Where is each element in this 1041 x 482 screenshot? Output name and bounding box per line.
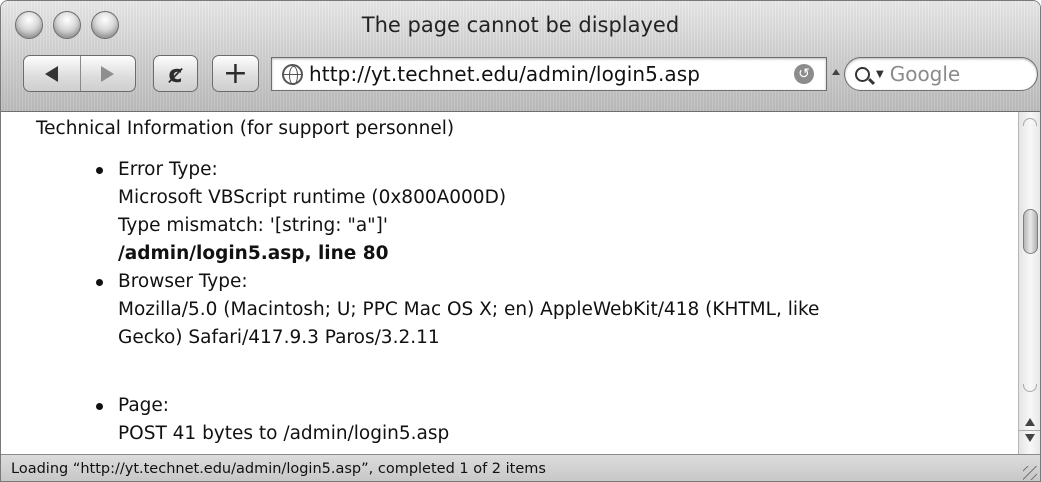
scroll-arrow-divider xyxy=(1019,430,1040,431)
window-title: The page cannot be displayed xyxy=(361,13,680,37)
bullet-icon xyxy=(96,167,103,174)
page-content: Technical Information (for support perso… xyxy=(1,112,1018,454)
back-forward-buttons xyxy=(23,55,136,92)
search-icon[interactable] xyxy=(855,66,870,82)
status-text: Loading “http://yt.technet.edu/admin/log… xyxy=(11,461,546,477)
scroll-up-icon[interactable] xyxy=(1025,418,1035,426)
forward-button[interactable] xyxy=(79,56,136,91)
back-arrow-icon xyxy=(45,65,59,82)
scroll-thumb[interactable] xyxy=(1023,209,1038,254)
list-item-error-type: Error Type: Microsoft VBScript runtime (… xyxy=(96,156,507,268)
browser-toolbar: The page cannot be displayed ȼ + http://… xyxy=(1,1,1040,112)
scroll-down-icon[interactable] xyxy=(1025,434,1035,442)
forward-arrow-icon xyxy=(101,65,115,82)
resize-grip-icon[interactable] xyxy=(1023,466,1037,480)
reload-button[interactable]: ȼ xyxy=(153,55,198,92)
item-label: Browser Type: xyxy=(118,271,248,292)
item-line: Mozilla/5.0 (Macintosh; U; PPC Mac OS X;… xyxy=(118,299,820,320)
browser-window: The page cannot be displayed ȼ + http://… xyxy=(0,0,1041,482)
item-label: Error Type: xyxy=(118,159,218,180)
list-item-browser-type: Browser Type: Mozilla/5.0 (Macintosh; U;… xyxy=(96,268,820,352)
snapback-icon[interactable]: ↺ xyxy=(794,64,814,84)
item-line: Microsoft VBScript runtime (0x800A000D) xyxy=(118,187,507,208)
item-line: Type mismatch: '[string: "a"]' xyxy=(118,215,388,236)
vertical-scrollbar[interactable] xyxy=(1018,112,1040,454)
item-label: Page: xyxy=(118,395,170,416)
chevron-down-icon[interactable]: ▼ xyxy=(876,69,884,80)
scroll-track-bottom xyxy=(1023,384,1037,392)
list-item-page: Page: POST 41 bytes to /admin/login5.asp xyxy=(96,392,450,448)
bullet-icon xyxy=(96,403,103,410)
page-heading: Technical Information (for support perso… xyxy=(36,118,455,139)
bullet-icon xyxy=(96,279,103,286)
url-text[interactable]: http://yt.technet.edu/admin/login5.asp xyxy=(309,62,700,86)
globe-icon xyxy=(282,63,303,85)
address-bar[interactable]: http://yt.technet.edu/admin/login5.asp ↺ xyxy=(271,57,827,91)
scroll-track-top xyxy=(1023,118,1037,126)
toolbar-resize-icon[interactable] xyxy=(832,69,840,75)
item-line: POST 41 bytes to /admin/login5.asp xyxy=(118,423,450,444)
reload-icon: ȼ xyxy=(168,59,183,88)
search-field[interactable]: ▼ Google xyxy=(844,57,1038,91)
back-button[interactable] xyxy=(24,56,80,91)
error-location: /admin/login5.asp, line 80 xyxy=(118,243,389,264)
item-line: Gecko) Safari/417.9.3 Paros/3.2.11 xyxy=(118,327,440,348)
plus-icon: + xyxy=(222,56,249,91)
status-bar: Loading “http://yt.technet.edu/admin/log… xyxy=(1,454,1040,481)
search-placeholder: Google xyxy=(889,62,961,86)
add-bookmark-button[interactable]: + xyxy=(212,55,259,92)
